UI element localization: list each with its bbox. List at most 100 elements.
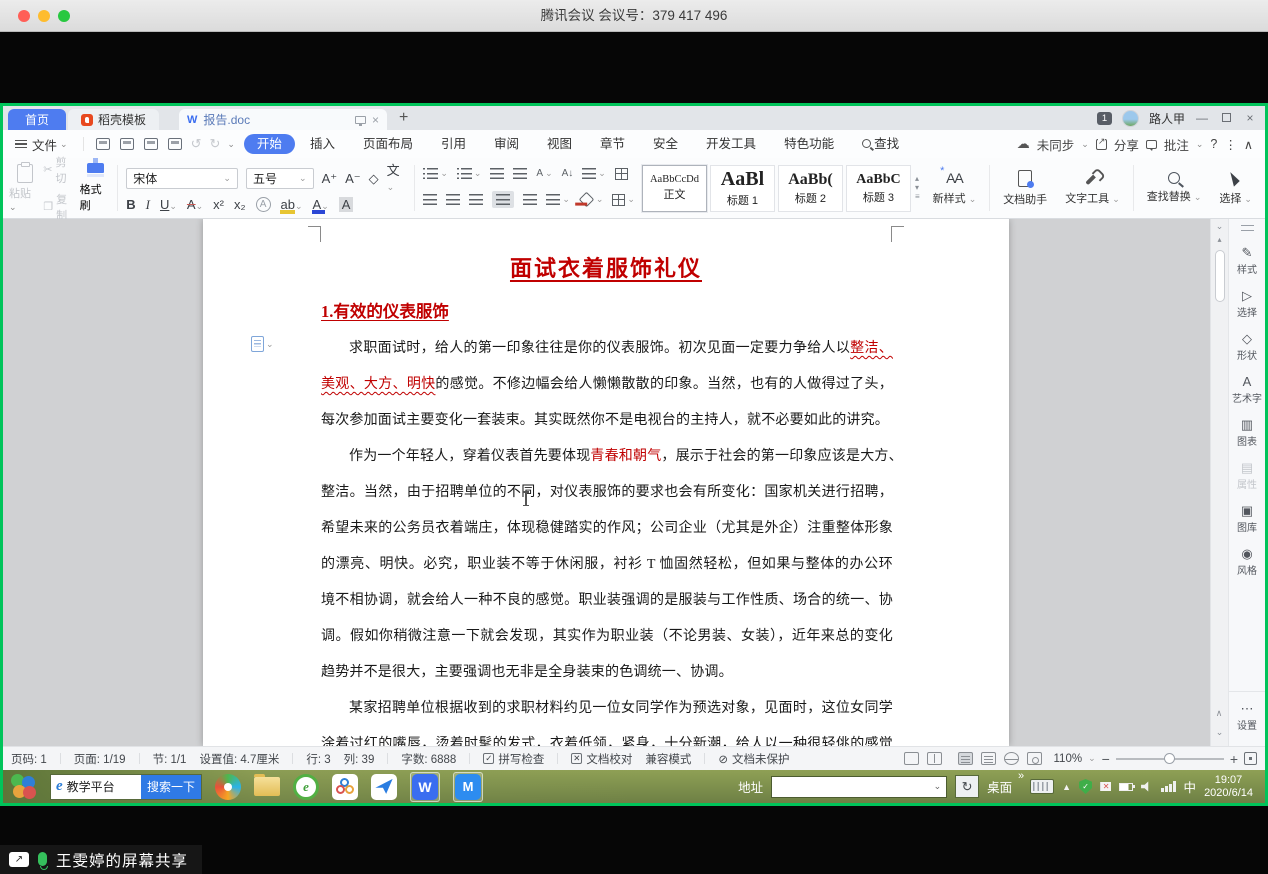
strikethrough-button[interactable]: A⌄ [187,196,203,214]
menu-tab-references[interactable]: 引用 [428,134,479,154]
sidebar-item-wordart[interactable]: A艺术字 [1232,375,1262,405]
zoom-traffic-light[interactable] [58,10,70,22]
align-left-button[interactable] [423,194,437,205]
speaker-icon[interactable] [1141,781,1153,793]
distribute-button[interactable] [523,194,537,205]
export-button[interactable] [120,138,134,150]
doc-assistant-button[interactable]: 文档助手 [994,160,1056,216]
share-button[interactable]: 分享 [1114,135,1139,154]
save-button[interactable] [96,138,110,150]
decrease-indent-button[interactable] [490,168,504,179]
file-explorer-icon[interactable] [254,777,280,796]
close-window-button[interactable]: × [1243,111,1257,125]
borders-button[interactable]: ⌄ [612,194,635,206]
sidebar-item-settings[interactable]: ⋯设置 [1229,691,1265,732]
fit-page-button[interactable] [1244,752,1257,765]
fullscreen-view-button[interactable] [904,752,919,765]
superscript-button[interactable]: x² [213,197,224,212]
style-heading1[interactable]: AaBl 标题 1 [710,165,775,212]
text-tools-button[interactable]: 文字工具 ⌄ [1056,160,1129,216]
justify-button[interactable] [492,191,514,208]
collapse-sidebar-icon[interactable] [1241,225,1254,231]
highlight-color-button[interactable]: ab⌄ [281,196,303,214]
sidebar-item-styles[interactable]: ✎样式 [1237,246,1257,276]
page-view-button[interactable] [958,752,973,765]
undo-button[interactable]: ↺ [191,136,202,152]
browser-green-icon[interactable]: e [293,774,319,800]
search-go-button[interactable]: 搜索一下 [141,775,201,799]
book-view-button[interactable] [927,752,942,765]
zoom-select-icon[interactable]: ⌄ [1088,753,1096,764]
address-input[interactable]: ⌄ [771,776,947,798]
taskbar-search-box[interactable]: e 教学平台 搜索一下 [50,774,202,800]
minimize-window-button[interactable]: — [1195,111,1209,125]
tray-expand-icon[interactable]: ▲ [1062,782,1071,792]
ime-indicator[interactable]: 中 [1184,777,1197,796]
increase-font-button[interactable]: A⁺ [322,171,338,186]
zoom-out-button[interactable]: − [1102,751,1110,767]
scrollbar-thumb[interactable] [1215,250,1225,302]
font-name-select[interactable]: 宋体⌄ [126,168,238,189]
close-tab-icon[interactable]: × [372,113,379,127]
taskbar-clock[interactable]: 19:07 2020/6/14 [1204,774,1257,800]
bullet-list-button[interactable]: ⌄ [423,168,448,179]
refresh-button[interactable]: ↻ [955,775,979,798]
status-word-count[interactable]: 字数: 6888 [401,751,456,767]
pinyin-guide-button[interactable]: 文⌄ [387,163,407,195]
paste-button[interactable]: 粘贴 ⌄ [9,164,40,213]
browser-360-icon[interactable] [215,774,241,800]
cut-button[interactable]: ✂剪切 [43,154,76,186]
zoom-slider-thumb[interactable] [1164,753,1175,764]
paragraph-layout-button[interactable]: ⌄ [582,168,606,179]
menu-tab-security[interactable]: 安全 [640,134,691,154]
menu-tab-dev-tools[interactable]: 开发工具 [693,134,769,154]
style-heading2[interactable]: AaBb( 标题 2 [778,165,843,212]
subscript-button[interactable]: x₂ [234,197,246,212]
decrease-font-button[interactable]: A⁻ [345,171,361,186]
start-button[interactable] [11,774,37,800]
sidebar-item-shapes[interactable]: ◇形状 [1237,332,1257,362]
font-color-button[interactable]: A⌄ [313,196,329,214]
sidebar-item-select[interactable]: ▷选择 [1237,289,1257,319]
search-input[interactable]: 教学平台 [67,778,141,795]
style-normal[interactable]: AaBbCcDd 正文 [642,165,707,212]
italic-button[interactable]: I [146,197,150,212]
new-style-button[interactable]: AA 新样式 ⌄ [924,160,986,216]
find-replace-button[interactable]: 查找替换 ⌄ [1138,160,1211,216]
zoom-slider[interactable] [1116,758,1224,760]
print-button[interactable] [144,138,158,150]
more-menu-button[interactable]: ⋮ [1224,137,1237,152]
battery-icon[interactable] [1119,783,1133,791]
doc-proof-button[interactable]: ✕ 文档校对 [571,751,632,767]
menu-tab-section[interactable]: 章节 [587,134,638,154]
menu-tab-find[interactable]: 查找 [849,134,912,154]
shading-button[interactable]: ⌄ [579,194,604,205]
action-center-flag-icon[interactable]: ✕ [1100,782,1111,791]
network-signal-icon[interactable] [1161,781,1176,792]
copy-button[interactable]: ❐复制 [43,191,76,223]
sort-button[interactable]: A↓ [562,168,574,179]
line-spacing-button[interactable]: ⌄ [546,194,570,205]
next-page-button[interactable]: ⌄ [1216,727,1224,738]
collapse-ribbon-button[interactable]: ∧ [1244,137,1253,152]
doc-protection-label[interactable]: ⊘ 文档未保护 [718,751,789,767]
outline-view-button[interactable] [981,752,996,765]
spell-check-button[interactable]: ✓ 拼写检查 [483,751,544,767]
keyboard-icon[interactable] [1030,779,1054,794]
menu-tab-page-layout[interactable]: 页面布局 [350,134,426,154]
help-button[interactable]: ? [1210,137,1217,151]
sidebar-item-chart[interactable]: ▥图表 [1237,418,1257,448]
ruler-toggle-icon[interactable]: ⌄ [1216,221,1224,232]
zoom-level[interactable]: 110% [1054,753,1083,765]
format-painter-button[interactable]: 格式刷 [80,163,112,213]
file-menu[interactable]: 文件 [32,135,57,154]
bold-button[interactable]: B [126,197,135,212]
sidebar-item-theme[interactable]: ◉风格 [1237,547,1257,577]
increase-indent-button[interactable] [513,168,527,179]
menu-tab-features[interactable]: 特色功能 [771,134,847,154]
underline-button[interactable]: U⌄ [160,196,177,214]
avatar[interactable] [1122,110,1139,127]
meeting-taskbar-slot[interactable]: M [453,772,483,802]
select-button[interactable]: 选择 ⌄ [1210,160,1261,216]
monitor-icon[interactable] [355,116,366,124]
